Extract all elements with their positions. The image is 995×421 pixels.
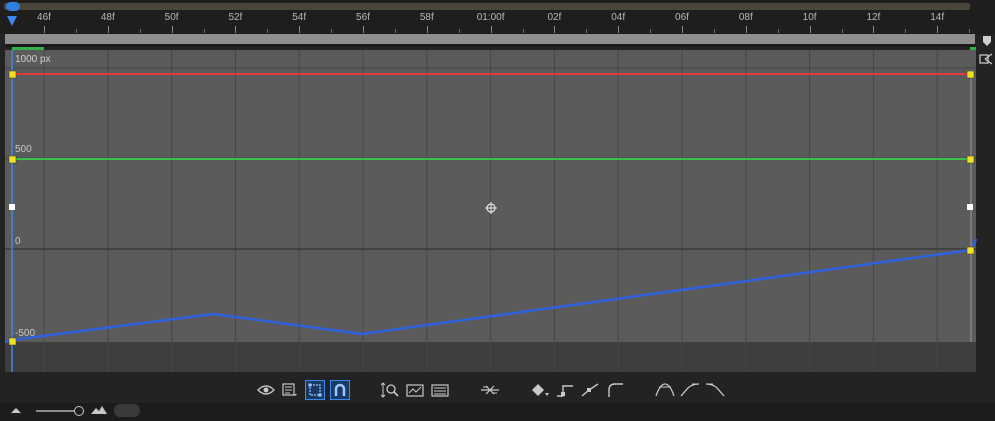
- easy-ease-out-button[interactable]: [705, 380, 725, 400]
- zoom-slider-knob[interactable]: [74, 406, 84, 416]
- ruler-tick: [426, 26, 428, 33]
- ruler-tick-label: 12f: [866, 12, 881, 23]
- ruler-tick: [235, 26, 237, 33]
- keyframe-blue-end[interactable]: [966, 246, 975, 255]
- auto-bezier-button[interactable]: [605, 380, 625, 400]
- ruler-tick: [299, 26, 301, 33]
- ruler-tick-label: 46f: [37, 12, 51, 23]
- hold-keyframe-button[interactable]: [555, 380, 575, 400]
- time-navigator-bar[interactable]: [4, 3, 970, 10]
- hold-keyframe-icon: [557, 385, 573, 397]
- ruler-minor-tick: [905, 29, 907, 33]
- fit-selection-icon: [381, 382, 399, 398]
- ruler-tick-label: 04f: [611, 12, 626, 23]
- keyframe-green-start[interactable]: [8, 155, 17, 164]
- zoom-in-mountain-icon[interactable]: [90, 404, 108, 415]
- edit-keyframe-icon: [481, 385, 499, 395]
- ruler-tick: [873, 26, 875, 33]
- ruler-minor-tick: [267, 29, 269, 33]
- linear-keyframe-button[interactable]: [580, 380, 600, 400]
- easy-ease-button[interactable]: [655, 380, 675, 400]
- keyframe-red-start[interactable]: [8, 70, 17, 79]
- ruler-tick-label: 54f: [292, 12, 307, 23]
- ruler-tick-label: 01:00f: [476, 12, 505, 23]
- ruler-minor-tick: [522, 29, 524, 33]
- ruler-tick-label: 08f: [738, 12, 753, 23]
- show-properties-button[interactable]: [256, 380, 276, 400]
- ruler-tick-label: 48f: [100, 12, 115, 23]
- keyframe-diamond-icon: [532, 384, 549, 396]
- ruler-minor-tick: [713, 29, 715, 33]
- ruler-minor-tick: [458, 29, 460, 33]
- transform-box-handle-left[interactable]: [9, 204, 15, 210]
- easy-ease-in-icon: [680, 383, 700, 397]
- ruler-tick: [554, 26, 556, 33]
- zoom-bar: [0, 403, 995, 421]
- ruler-tick-label: 50f: [164, 12, 179, 23]
- ruler-tick-label: 52f: [228, 12, 243, 23]
- separate-dimensions-button[interactable]: [430, 380, 450, 400]
- ruler-minor-tick: [777, 29, 779, 33]
- ruler-tick-label: 02f: [547, 12, 562, 23]
- ruler-tick-label: 56f: [356, 12, 370, 23]
- graph-type-button[interactable]: [280, 380, 300, 400]
- graph-scale-label: 1000 px: [15, 54, 51, 65]
- value-label-500: 500: [15, 144, 32, 155]
- separate-dimensions-icon: [431, 384, 449, 397]
- ruler-tick-label: 06f: [675, 12, 689, 23]
- value-label-neg500: -500: [15, 328, 36, 339]
- ruler-minor-tick: [331, 29, 333, 33]
- value-label-0: 0: [15, 236, 21, 247]
- ruler-tick: [490, 26, 492, 33]
- keyframe-green-end[interactable]: [966, 155, 975, 164]
- ruler-tick: [809, 26, 811, 33]
- ruler-minor-tick: [394, 29, 396, 33]
- transform-box-toggle[interactable]: [305, 380, 325, 400]
- work-area-divider: [5, 44, 975, 47]
- zoom-out-mountain-icon[interactable]: [10, 406, 22, 414]
- easy-ease-icon: [655, 383, 675, 397]
- ruler-tick: [745, 26, 747, 33]
- ruler-tick-label: 10f: [802, 12, 817, 23]
- auto-bezier-icon: [608, 383, 623, 397]
- ruler-tick: [363, 26, 364, 33]
- snap-toggle[interactable]: [330, 380, 350, 400]
- fit-all-icon: [406, 384, 424, 397]
- graph-editor-canvas[interactable]: [0, 50, 995, 372]
- transform-box-icon: [308, 383, 322, 397]
- ruler-tick-label: 14f: [930, 12, 945, 23]
- ruler-tick: [107, 26, 109, 33]
- fit-all-button[interactable]: [405, 380, 425, 400]
- ruler-minor-tick: [841, 29, 843, 33]
- transform-box-handle-right[interactable]: [967, 204, 973, 210]
- keyframe-button[interactable]: [530, 380, 550, 400]
- keyframe-blue-start[interactable]: [8, 337, 17, 346]
- graph-type-menu-icon: [282, 383, 297, 396]
- keyframe-red-end[interactable]: [966, 70, 975, 79]
- linear-keyframe-icon: [581, 383, 599, 397]
- ruler-tick: [171, 26, 173, 33]
- ruler-minor-tick: [75, 29, 77, 33]
- time-navigator-start-handle[interactable]: [6, 2, 20, 11]
- eye-icon: [257, 385, 275, 395]
- ruler-tick: [44, 26, 45, 33]
- ruler-tick: [618, 26, 620, 33]
- edit-keyframe-button[interactable]: [480, 380, 500, 400]
- comp-marker-icon[interactable]: [982, 35, 992, 47]
- ruler-tick: [682, 26, 683, 33]
- ruler-minor-tick: [969, 29, 971, 33]
- ruler-minor-tick: [203, 29, 205, 33]
- ruler-tick: [937, 26, 939, 33]
- ruler-tick-label: 58f: [419, 12, 434, 23]
- ruler-minor-tick: [650, 29, 652, 33]
- easy-ease-in-button[interactable]: [680, 380, 700, 400]
- fit-selection-button[interactable]: [380, 380, 400, 400]
- ruler-minor-tick: [139, 29, 141, 33]
- horizontal-scroll-thumb[interactable]: [114, 404, 140, 417]
- playhead-handle[interactable]: [7, 16, 17, 26]
- ruler-minor-tick: [586, 29, 588, 33]
- easy-ease-out-icon: [705, 383, 725, 397]
- snap-magnet-icon: [334, 383, 346, 396]
